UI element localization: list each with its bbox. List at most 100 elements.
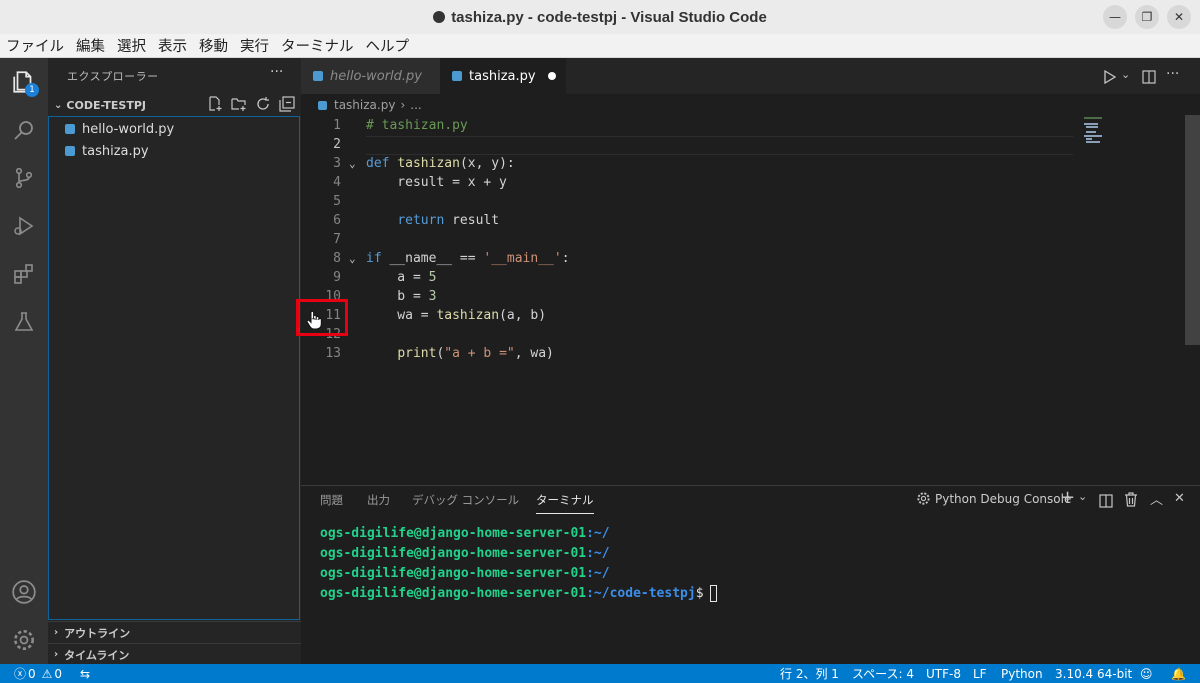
tab-output[interactable]: 出力 bbox=[367, 492, 390, 508]
file-item[interactable]: tashiza.py bbox=[49, 140, 299, 162]
menu-edit[interactable]: 編集 bbox=[76, 35, 105, 56]
menu-file[interactable]: ファイル bbox=[6, 35, 64, 56]
new-folder-icon[interactable] bbox=[231, 96, 247, 116]
menu-selection[interactable]: 選択 bbox=[117, 35, 146, 56]
code-line[interactable]: 8 ⌄ if __name__ == '__main__': bbox=[301, 249, 1081, 268]
search-icon[interactable] bbox=[0, 106, 48, 154]
code-line[interactable]: 13 print("a + b =", wa) bbox=[301, 344, 1081, 363]
terminal-dropdown-chevron-icon[interactable]: ⌄ bbox=[1078, 490, 1087, 503]
notifications-bell-icon[interactable]: 🔔 bbox=[1171, 664, 1186, 683]
tab-label: tashiza.py bbox=[469, 68, 536, 84]
fold-chevron-icon[interactable]: ⌄ bbox=[349, 154, 356, 173]
maximize-button[interactable]: ❐ bbox=[1135, 5, 1159, 29]
minimap[interactable] bbox=[1080, 115, 1186, 485]
fold-chevron-icon[interactable]: ⌄ bbox=[349, 249, 356, 268]
menu-view[interactable]: 表示 bbox=[158, 35, 187, 56]
close-panel-icon[interactable]: ✕ bbox=[1174, 491, 1185, 506]
source-control-icon[interactable] bbox=[0, 154, 48, 202]
code-text: # tashizan.py bbox=[366, 118, 468, 133]
cursor-position[interactable]: 行 2、列 1 bbox=[780, 664, 839, 683]
run-debug-icon[interactable] bbox=[0, 202, 48, 250]
code-line[interactable]: 2 bbox=[301, 135, 1081, 154]
menu-go[interactable]: 移動 bbox=[199, 35, 228, 56]
encoding[interactable]: UTF-8 bbox=[926, 664, 961, 683]
indentation[interactable]: スペース: 4 bbox=[852, 664, 914, 683]
testing-flask-icon[interactable] bbox=[0, 298, 48, 346]
split-editor-icon[interactable] bbox=[1142, 69, 1156, 88]
language-mode[interactable]: Python bbox=[1001, 664, 1043, 683]
terminal-user-host: ogs-digilife@django-home-server-01 bbox=[320, 586, 587, 601]
debug-gear-icon bbox=[916, 491, 931, 510]
timeline-section[interactable]: › タイムライン bbox=[48, 643, 301, 665]
warning-icon: ⚠ bbox=[41, 666, 53, 681]
settings-gear-icon[interactable] bbox=[0, 616, 48, 664]
terminal-path: :~/ bbox=[586, 566, 610, 581]
tab-tashiza[interactable]: tashiza.py bbox=[440, 58, 566, 94]
run-dropdown-chevron-icon[interactable]: ⌄ bbox=[1121, 68, 1130, 81]
code-line[interactable]: 7 bbox=[301, 230, 1081, 249]
error-count: 0 bbox=[28, 666, 36, 681]
line-number: 1 bbox=[333, 118, 341, 133]
tab-debug-console[interactable]: デバッグ コンソール bbox=[412, 492, 519, 508]
python-file-icon bbox=[452, 71, 462, 81]
terminal-selector[interactable]: Python Debug Console bbox=[935, 492, 1071, 506]
live-share-icon[interactable]: ⇆ bbox=[80, 664, 90, 683]
python-interpreter[interactable]: 3.10.4 64-bit bbox=[1055, 664, 1132, 683]
new-terminal-plus-icon[interactable]: + bbox=[1060, 487, 1075, 508]
code-line[interactable]: 5 bbox=[301, 192, 1081, 211]
close-window-button[interactable]: ✕ bbox=[1167, 5, 1191, 29]
outline-section[interactable]: › アウトライン bbox=[48, 621, 301, 643]
terminal-line: ogs-digilife@django-home-server-01:~/ bbox=[320, 564, 610, 584]
maximize-panel-chevron-up-icon[interactable]: ︿ bbox=[1150, 489, 1163, 508]
code-line[interactable]: 1 # tashizan.py bbox=[301, 116, 1081, 135]
code-text: result = x + y bbox=[366, 175, 507, 190]
run-python-icon[interactable] bbox=[1103, 69, 1117, 88]
code-text: a = 5 bbox=[366, 270, 437, 285]
feedback-icon[interactable]: ☺ bbox=[1140, 664, 1153, 683]
sidebar-title: エクスプローラー bbox=[67, 70, 159, 83]
menu-run[interactable]: 実行 bbox=[240, 35, 269, 56]
terminal-user-host: ogs-digilife@django-home-server-01 bbox=[320, 566, 587, 581]
explorer-icon[interactable]: 1 bbox=[0, 58, 48, 106]
code-line[interactable]: 10 b = 3 bbox=[301, 287, 1081, 306]
explorer-badge: 1 bbox=[25, 83, 39, 97]
line-number: 8 bbox=[333, 251, 341, 266]
refresh-icon[interactable] bbox=[255, 96, 271, 116]
breadcrumb-file[interactable]: tashiza.py bbox=[334, 98, 395, 112]
code-line[interactable]: 6 return result bbox=[301, 211, 1081, 230]
problems-status[interactable]: ⓧ 0 ⚠ 0 bbox=[14, 664, 62, 683]
window-titlebar: tashiza.py - code-testpj - Visual Studio… bbox=[0, 0, 1200, 34]
tab-terminal[interactable]: ターミナル bbox=[536, 492, 594, 514]
window-title: tashiza.py - code-testpj - Visual Studio… bbox=[451, 8, 767, 26]
tab-problems[interactable]: 問題 bbox=[320, 492, 343, 508]
file-name: tashiza.py bbox=[82, 143, 149, 159]
status-bar: ⓧ 0 ⚠ 0 ⇆ 行 2、列 1 スペース: 4 UTF-8 LF Pytho… bbox=[0, 664, 1200, 683]
menu-help[interactable]: ヘルプ bbox=[366, 35, 410, 56]
end-of-line[interactable]: LF bbox=[973, 664, 987, 683]
account-icon[interactable] bbox=[0, 568, 48, 616]
editor-scrollbar[interactable] bbox=[1185, 115, 1200, 345]
modified-dot-icon[interactable] bbox=[547, 72, 556, 80]
code-line[interactable]: 9 a = 5 bbox=[301, 268, 1081, 287]
sidebar-more-button[interactable]: ··· bbox=[270, 64, 283, 80]
code-line[interactable]: 4 result = x + y bbox=[301, 173, 1081, 192]
trash-icon[interactable] bbox=[1124, 492, 1138, 511]
extensions-icon[interactable] bbox=[0, 250, 48, 298]
split-terminal-icon[interactable] bbox=[1099, 493, 1113, 512]
collapse-all-icon[interactable] bbox=[279, 96, 295, 116]
code-line[interactable]: 11 wa = tashizan(a, b) bbox=[301, 306, 1081, 325]
minimize-button[interactable]: — bbox=[1103, 5, 1127, 29]
file-item[interactable]: hello-world.py bbox=[49, 118, 299, 140]
menu-terminal[interactable]: ターミナル bbox=[281, 35, 354, 56]
editor-more-button[interactable]: ··· bbox=[1166, 66, 1179, 82]
code-text: wa = tashizan(a, b) bbox=[366, 308, 547, 323]
breadcrumb-symbol[interactable]: ... bbox=[410, 98, 421, 112]
line-number: 5 bbox=[333, 194, 341, 209]
code-line[interactable]: 3 ⌄ def tashizan(x, y): bbox=[301, 154, 1081, 173]
new-file-icon[interactable] bbox=[207, 96, 223, 116]
python-file-icon bbox=[65, 146, 75, 156]
tab-hello-world[interactable]: hello-world.py bbox=[301, 58, 440, 94]
code-text: b = 3 bbox=[366, 289, 437, 304]
code-line[interactable]: 12 bbox=[301, 325, 1081, 344]
python-file-icon bbox=[65, 124, 75, 134]
